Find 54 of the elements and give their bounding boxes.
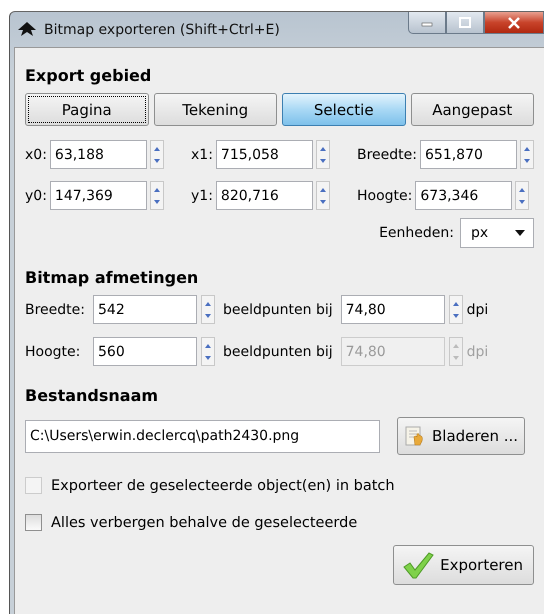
field-label: Breedte: <box>25 302 86 318</box>
spin-button[interactable] <box>150 140 164 169</box>
field-label: y1: <box>191 188 213 204</box>
spin-button[interactable] <box>316 181 330 210</box>
field-label: beeldpunten bij <box>223 344 333 360</box>
field-label: Breedte: <box>357 146 417 162</box>
spin-button[interactable] <box>448 295 463 324</box>
maximize-button[interactable] <box>446 12 484 34</box>
checkbox[interactable] <box>25 514 42 531</box>
field-label: beeldpunten bij <box>223 302 333 318</box>
close-icon <box>507 16 521 28</box>
unit-label: dpi <box>466 302 488 318</box>
dropdown-arrow-icon <box>515 230 525 236</box>
dpi-field[interactable]: 74,80 <box>340 295 445 324</box>
section-heading: Export gebied <box>25 66 152 85</box>
app-icon <box>18 22 36 38</box>
field-label: y0: <box>25 188 47 204</box>
area-toggle-button[interactable]: Pagina <box>25 93 148 126</box>
checkbox-label: Exporteer de geselecteerde object(en) in batch <box>51 478 395 494</box>
section-heading: Bitmap afmetingen <box>25 268 200 287</box>
unit-label: dpi <box>466 344 488 360</box>
number-field[interactable]: 820,716 <box>216 181 313 210</box>
section-heading: Bestandsnaam <box>25 386 160 405</box>
minimize-button[interactable] <box>408 12 446 34</box>
field-label: Hoogte: <box>357 188 412 204</box>
export-button[interactable]: Exporteren <box>393 545 534 585</box>
area-toggle-button[interactable]: Selectie <box>282 93 406 126</box>
number-field[interactable]: 63,188 <box>50 140 147 169</box>
number-field[interactable]: 673,346 <box>415 181 512 210</box>
spin-button[interactable] <box>520 140 534 169</box>
area-toggle-button[interactable]: Aangepast <box>410 93 534 126</box>
browse-button[interactable]: Bladeren ... <box>397 417 526 455</box>
field-label: Hoogte: <box>25 344 82 360</box>
filename-field[interactable]: C:\Users\erwin.declercq\path2430.png <box>25 420 380 452</box>
maximize-icon <box>458 16 472 28</box>
spin-button[interactable] <box>515 181 530 210</box>
field-label: Eenheden: <box>379 225 454 241</box>
spin-button[interactable] <box>201 295 215 324</box>
close-button[interactable] <box>484 12 544 34</box>
field-label: x1: <box>191 146 213 162</box>
checkbox-label: Alles verbergen behalve de geselecteerde <box>51 514 358 530</box>
spin-button[interactable] <box>201 337 215 366</box>
checkmark-icon <box>402 551 434 579</box>
field-label: x0: <box>25 146 47 162</box>
area-toggle-button[interactable]: Tekening <box>154 93 277 126</box>
window-title: Bitmap exporteren (Shift+Ctrl+E) <box>44 22 280 38</box>
number-field[interactable]: 715,058 <box>216 140 313 169</box>
spin-button[interactable] <box>316 140 330 169</box>
spin-button[interactable] <box>150 181 164 210</box>
number-field[interactable]: 560 <box>93 337 197 366</box>
units-dropdown[interactable]: px <box>460 218 534 248</box>
number-field[interactable]: 651,870 <box>420 140 517 169</box>
number-field[interactable]: 542 <box>93 295 197 324</box>
number-field[interactable]: 147,369 <box>50 181 147 210</box>
